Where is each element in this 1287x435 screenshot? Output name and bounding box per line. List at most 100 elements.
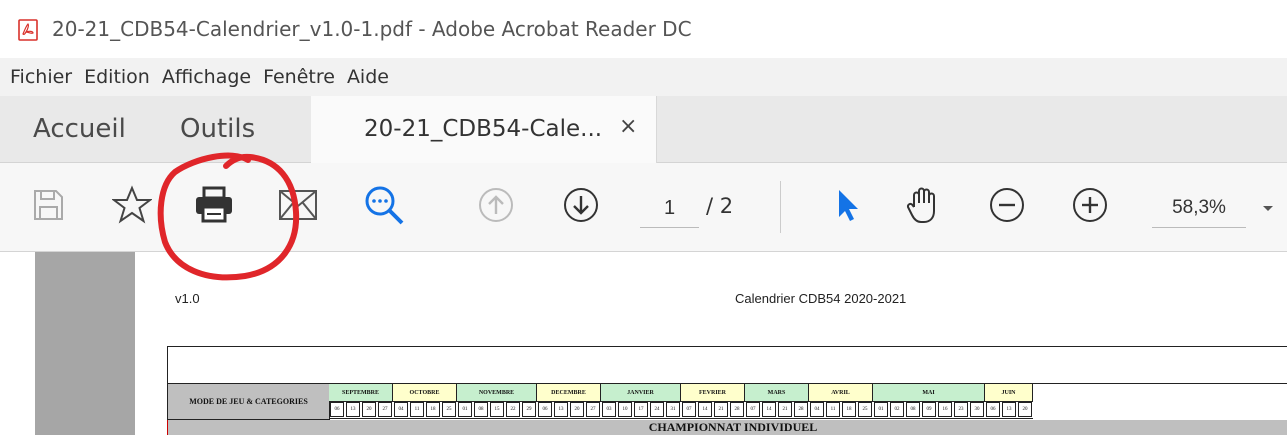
day-cell: 06 [538,402,552,417]
day-cell: 28 [794,402,808,417]
day-cell: 06 [330,402,344,417]
day-cell: 14 [762,402,776,417]
select-cursor-icon [833,187,863,227]
page-number-input[interactable] [640,189,699,228]
calendar-header: MODE DE JEU & CATEGORIES SEPTEMBRE 06 13 20… [167,383,1287,420]
day-cell: 02 [890,402,904,417]
pdf-page: v1.0 Calendrier CDB54 2020-2021 MODE DE … [135,252,1287,435]
bookmark-star-icon [111,185,153,229]
month-header: NOVEMBRE [457,383,537,402]
month-days: 07 14 21 28 [681,401,745,419]
page-total: / 2 [706,194,734,218]
day-cell: 18 [842,402,856,417]
doc-title: Calendrier CDB54 2020-2021 [735,291,907,306]
search-button[interactable] [362,185,406,229]
bookmark-button[interactable] [110,185,154,229]
close-tab-icon[interactable]: × [619,114,637,139]
day-cell: 09 [922,402,936,417]
day-cell: 21 [778,402,792,417]
day-cell: 07 [746,402,760,417]
month-days: 04 11 18 25 [393,401,457,419]
save-button[interactable] [26,185,70,229]
acrobat-pdf-icon [18,19,38,45]
email-button[interactable] [276,185,320,229]
prev-page-icon [477,186,515,228]
day-cell: 08 [906,402,920,417]
day-cell: 13 [346,402,360,417]
tab-document[interactable]: 20-21_CDB54-Cale... × [311,96,657,163]
day-cell: 20 [1018,402,1032,417]
day-cell: 13 [1002,402,1016,417]
day-cell: 13 [554,402,568,417]
month-days: 07 14 21 28 [745,401,809,419]
day-cell: 14 [698,402,712,417]
day-cell: 30 [970,402,984,417]
toolbar: / 2 [0,163,1287,252]
month-header: FEVRIER [681,383,745,402]
menu-fichier[interactable]: Fichier [10,66,84,88]
window-titlebar: 20-21_CDB54-Calendrier_v1.0-1.pdf - Adob… [0,0,1287,58]
day-cell: 27 [378,402,392,417]
hand-tool-icon [904,185,942,229]
zoom-dropdown-icon[interactable] [1262,198,1274,217]
zoom-level-input[interactable] [1152,189,1246,228]
select-tool-button[interactable] [826,185,870,229]
tab-bar: Accueil Outils 20-21_CDB54-Cale... × [0,96,1287,163]
calendar-top-box [167,346,1287,384]
month-header: OCTOBRE [393,383,457,402]
search-zoom-icon [363,184,405,230]
zoom-out-icon [988,186,1026,228]
hand-tool-button[interactable] [901,185,945,229]
day-cell: 23 [954,402,968,417]
tab-outils[interactable]: Outils [180,114,255,144]
month-days: 06 13 20 27 [329,401,393,419]
day-cell: 08 [474,402,488,417]
month-header: SEPTEMBRE [329,383,393,402]
save-icon [31,188,65,226]
month-header: MAI [873,383,985,402]
day-cell: 03 [602,402,616,417]
month-header: MARS [745,383,809,402]
menu-affichage[interactable]: Affichage [162,66,263,88]
day-cell: 11 [826,402,840,417]
next-page-icon [562,186,600,228]
day-cell: 31 [666,402,680,417]
menu-edition[interactable]: Edition [84,66,162,88]
day-cell: 10 [618,402,632,417]
day-cell: 17 [634,402,648,417]
tab-accueil[interactable]: Accueil [33,114,126,144]
menu-fenetre[interactable]: Fenêtre [263,66,347,88]
menu-aide[interactable]: Aide [347,66,401,88]
toolbar-divider [780,181,781,233]
day-cell: 28 [730,402,744,417]
print-button[interactable] [192,185,236,229]
left-gutter [0,252,35,435]
day-cell: 15 [490,402,504,417]
page-background-strip [35,252,135,435]
document-tab-label: 20-21_CDB54-Cale... [364,116,603,142]
day-cell: 24 [650,402,664,417]
month-days: 01 02 08 09 16 23 30 [873,401,985,419]
menu-bar: Fichier Edition Affichage Fenêtre Aide [0,58,1287,96]
day-cell: 04 [810,402,824,417]
day-cell: 22 [506,402,520,417]
email-icon [278,188,318,226]
month-days: 03 10 17 24 31 [601,401,681,419]
zoom-in-button[interactable] [1068,185,1112,229]
day-cell: 21 [714,402,728,417]
day-cell: 06 [986,402,1000,417]
month-header: AVRIL [809,383,873,402]
month-days: 06 13 20 27 [537,401,601,419]
day-cell: 01 [458,402,472,417]
next-page-button[interactable] [559,185,603,229]
zoom-in-icon [1071,186,1109,228]
day-cell: 16 [938,402,952,417]
day-cell: 29 [522,402,536,417]
print-icon [194,185,234,229]
zoom-out-button[interactable] [985,185,1029,229]
day-cell: 25 [442,402,456,417]
prev-page-button[interactable] [474,185,518,229]
document-view[interactable]: v1.0 Calendrier CDB54 2020-2021 MODE DE … [0,252,1287,435]
month-days: 01 08 15 22 29 [457,401,537,419]
day-cell: 25 [858,402,872,417]
